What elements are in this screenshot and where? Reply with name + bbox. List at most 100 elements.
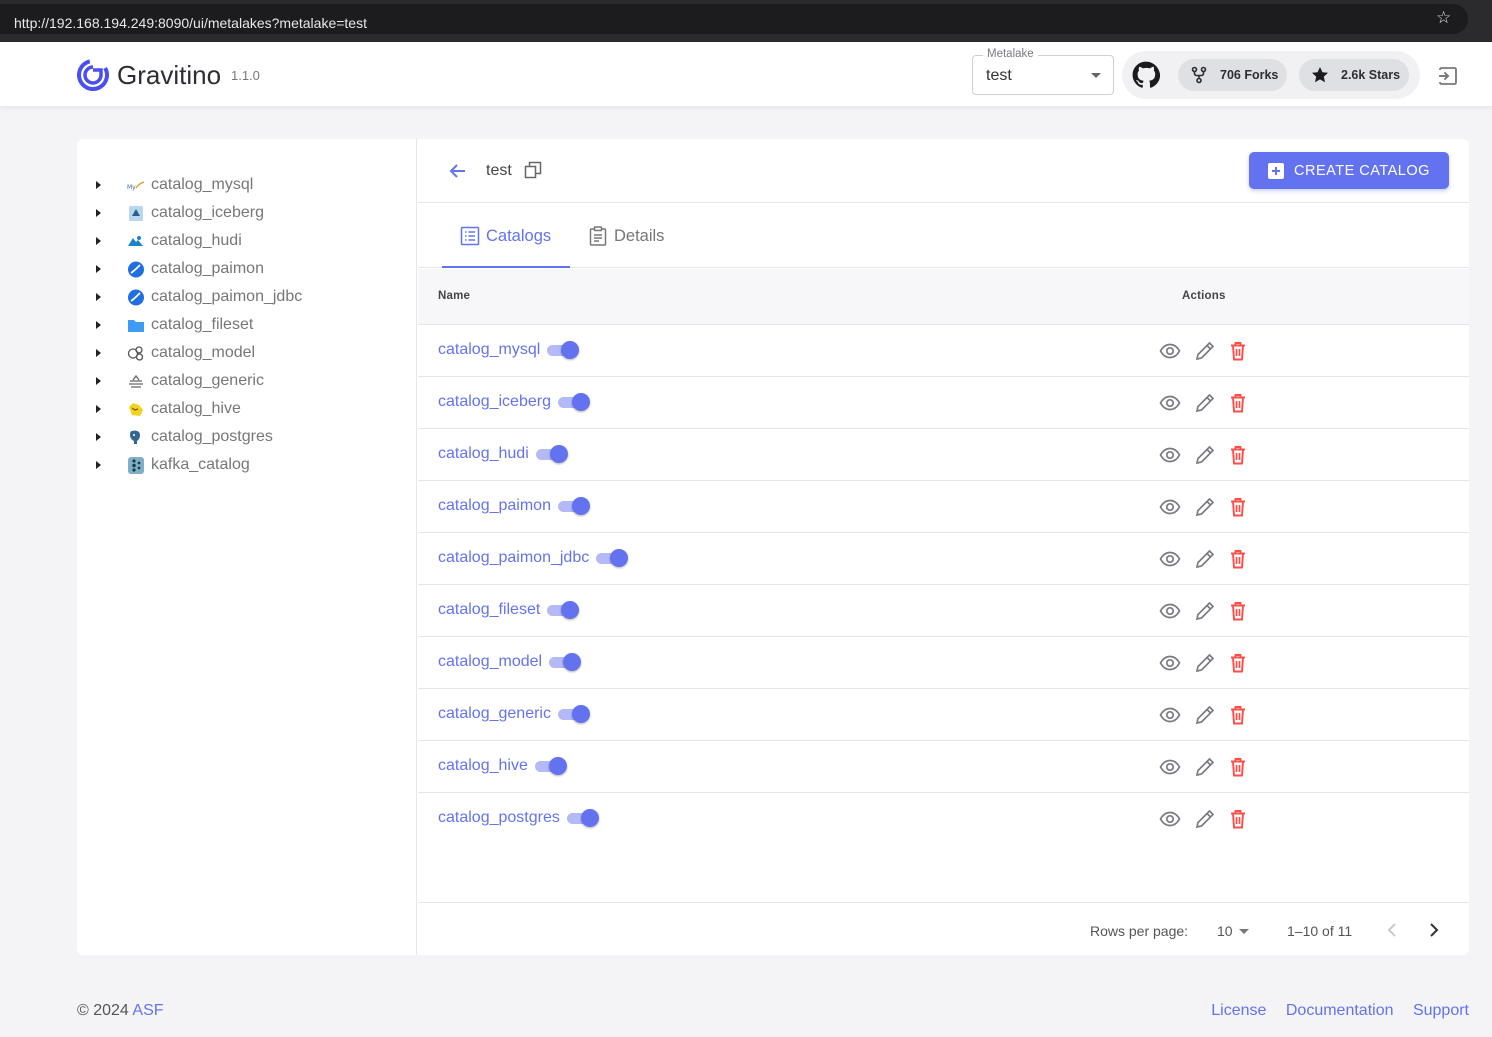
view-eye-icon[interactable] xyxy=(1159,548,1181,570)
caret-right-icon[interactable] xyxy=(96,181,101,189)
tree-item-catalog-paimon-jdbc[interactable]: catalog_paimon_jdbc xyxy=(77,283,417,311)
delete-trash-icon[interactable] xyxy=(1227,704,1249,726)
edit-pencil-icon[interactable] xyxy=(1194,808,1216,830)
copy-icon[interactable] xyxy=(524,161,542,179)
tree-item-catalog-fileset[interactable]: catalog_fileset xyxy=(77,311,417,339)
catalog-enabled-toggle[interactable] xyxy=(535,757,567,775)
arrow-back-icon[interactable] xyxy=(448,161,468,181)
toggle-knob xyxy=(561,601,579,619)
delete-trash-icon[interactable] xyxy=(1227,340,1249,362)
view-eye-icon[interactable] xyxy=(1159,496,1181,518)
tree-item-catalog-mysql[interactable]: My catalog_mysql xyxy=(77,171,417,199)
tree-item-kafka-catalog[interactable]: kafka_catalog xyxy=(77,451,417,479)
column-header-name[interactable]: Name xyxy=(438,290,470,302)
caret-right-icon[interactable] xyxy=(96,433,101,441)
view-eye-icon[interactable] xyxy=(1159,340,1181,362)
catalog-enabled-toggle[interactable] xyxy=(547,601,579,619)
logout-icon[interactable] xyxy=(1436,64,1460,88)
gravitino-logo-icon[interactable] xyxy=(76,58,110,92)
catalog-enabled-toggle[interactable] xyxy=(596,549,628,567)
github-links: 706 Forks 2.6k Stars xyxy=(1122,51,1420,99)
catalog-enabled-toggle[interactable] xyxy=(547,341,579,359)
asf-link[interactable]: ASF xyxy=(132,1002,163,1019)
support-link[interactable]: Support xyxy=(1413,1002,1469,1019)
caret-right-icon[interactable] xyxy=(96,461,101,469)
tree-item-catalog-postgres[interactable]: catalog_postgres xyxy=(77,423,417,451)
table-row: catalog_paimon xyxy=(418,481,1469,533)
brand-name[interactable]: Gravitino xyxy=(117,60,221,91)
catalog-name-link[interactable]: catalog_iceberg xyxy=(438,393,551,411)
view-eye-icon[interactable] xyxy=(1159,652,1181,674)
delete-trash-icon[interactable] xyxy=(1227,600,1249,622)
view-eye-icon[interactable] xyxy=(1159,600,1181,622)
tree-item-catalog-hive[interactable]: catalog_hive xyxy=(77,395,417,423)
catalog-name-link[interactable]: catalog_paimon xyxy=(438,497,551,515)
github-icon[interactable] xyxy=(1132,61,1160,89)
catalog-enabled-toggle[interactable] xyxy=(536,445,568,463)
catalog-name-link[interactable]: catalog_hive xyxy=(438,757,528,775)
edit-pencil-icon[interactable] xyxy=(1194,392,1216,414)
edit-pencil-icon[interactable] xyxy=(1194,444,1216,466)
catalog-enabled-toggle[interactable] xyxy=(558,705,590,723)
view-eye-icon[interactable] xyxy=(1159,704,1181,726)
catalog-name-link[interactable]: catalog_hudi xyxy=(438,445,529,463)
catalog-name-link[interactable]: catalog_generic xyxy=(438,705,551,723)
license-link[interactable]: License xyxy=(1211,1002,1266,1019)
github-stars-badge[interactable]: 2.6k Stars xyxy=(1299,59,1409,91)
catalog-enabled-toggle[interactable] xyxy=(549,653,581,671)
address-bar[interactable]: http://192.168.194.249:8090/ui/metalakes… xyxy=(0,4,1468,34)
edit-pencil-icon[interactable] xyxy=(1194,548,1216,570)
catalog-name-link[interactable]: catalog_mysql xyxy=(438,341,540,359)
edit-pencil-icon[interactable] xyxy=(1194,340,1216,362)
caret-right-icon[interactable] xyxy=(96,377,101,385)
catalog-name-link[interactable]: catalog_model xyxy=(438,653,542,671)
caret-right-icon[interactable] xyxy=(96,321,101,329)
caret-right-icon[interactable] xyxy=(96,209,101,217)
catalog-enabled-toggle[interactable] xyxy=(558,393,590,411)
delete-trash-icon[interactable] xyxy=(1227,756,1249,778)
delete-trash-icon[interactable] xyxy=(1227,808,1249,830)
edit-pencil-icon[interactable] xyxy=(1194,652,1216,674)
rows-per-page-select[interactable]: 10 xyxy=(1217,923,1233,939)
catalog-enabled-toggle[interactable] xyxy=(567,809,599,827)
caret-right-icon[interactable] xyxy=(96,349,101,357)
catalog-name-link[interactable]: catalog_paimon_jdbc xyxy=(438,549,589,567)
caret-right-icon[interactable] xyxy=(96,237,101,245)
tree-item-catalog-iceberg[interactable]: catalog_iceberg xyxy=(77,199,417,227)
tree-item-catalog-model[interactable]: catalog_model xyxy=(77,339,417,367)
chevron-right-icon[interactable] xyxy=(1424,921,1442,939)
caret-right-icon[interactable] xyxy=(96,293,101,301)
tab-catalogs[interactable]: Catalogs xyxy=(442,204,570,268)
tab-details[interactable]: Details xyxy=(586,204,686,268)
catalog-name-link[interactable]: catalog_postgres xyxy=(438,809,560,827)
view-eye-icon[interactable] xyxy=(1159,756,1181,778)
caret-right-icon[interactable] xyxy=(96,405,101,413)
delete-trash-icon[interactable] xyxy=(1227,392,1249,414)
caret-right-icon[interactable] xyxy=(96,265,101,273)
chevron-left-icon[interactable] xyxy=(1384,921,1402,939)
catalog-name-link[interactable]: catalog_fileset xyxy=(438,601,540,619)
tree-item-catalog-generic[interactable]: catalog_generic xyxy=(77,367,417,395)
tree-item-label: catalog_model xyxy=(151,344,256,361)
metalake-select[interactable]: Metalake test xyxy=(972,48,1114,95)
view-eye-icon[interactable] xyxy=(1159,392,1181,414)
address-bar-url[interactable]: http://192.168.194.249:8090/ui/metalakes… xyxy=(14,15,367,31)
create-catalog-button[interactable]: CREATE CATALOG xyxy=(1249,152,1449,189)
documentation-link[interactable]: Documentation xyxy=(1286,1002,1394,1019)
delete-trash-icon[interactable] xyxy=(1227,548,1249,570)
view-eye-icon[interactable] xyxy=(1159,444,1181,466)
delete-trash-icon[interactable] xyxy=(1227,496,1249,518)
tree-item-catalog-paimon[interactable]: catalog_paimon xyxy=(77,255,417,283)
chevron-down-icon[interactable] xyxy=(1239,929,1249,934)
view-eye-icon[interactable] xyxy=(1159,808,1181,830)
delete-trash-icon[interactable] xyxy=(1227,444,1249,466)
delete-trash-icon[interactable] xyxy=(1227,652,1249,674)
edit-pencil-icon[interactable] xyxy=(1194,704,1216,726)
tree-item-catalog-hudi[interactable]: catalog_hudi xyxy=(77,227,417,255)
edit-pencil-icon[interactable] xyxy=(1194,756,1216,778)
github-forks-badge[interactable]: 706 Forks xyxy=(1178,59,1287,91)
bookmark-star-icon[interactable]: ☆ xyxy=(1436,8,1451,28)
edit-pencil-icon[interactable] xyxy=(1194,496,1216,518)
catalog-enabled-toggle[interactable] xyxy=(558,497,590,515)
edit-pencil-icon[interactable] xyxy=(1194,600,1216,622)
